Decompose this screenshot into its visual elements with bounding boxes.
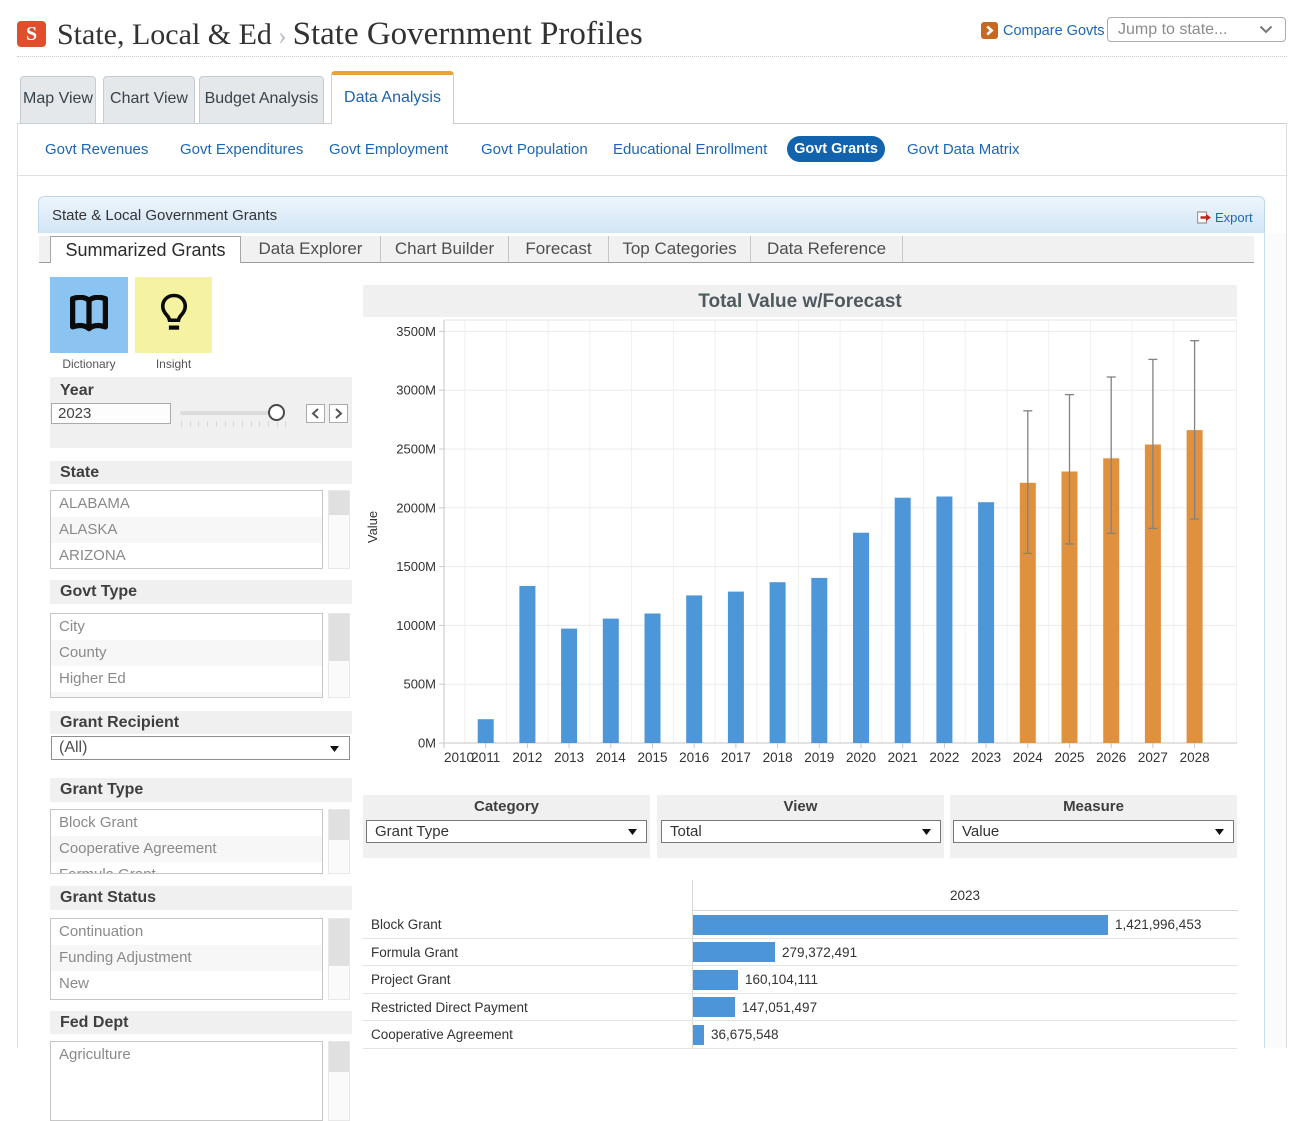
svg-text:2028: 2028: [1180, 750, 1210, 765]
svg-text:1000M: 1000M: [396, 618, 436, 633]
svg-text:2014: 2014: [596, 750, 627, 765]
svg-text:2020: 2020: [846, 750, 876, 765]
svg-text:2016: 2016: [679, 750, 709, 765]
svg-text:Total Value w/Forecast: Total Value w/Forecast: [698, 291, 902, 312]
svg-text:2017: 2017: [721, 750, 751, 765]
svg-text:2015: 2015: [637, 750, 667, 765]
svg-text:2018: 2018: [763, 750, 793, 765]
svg-text:3000M: 3000M: [396, 383, 436, 398]
svg-text:3500M: 3500M: [396, 324, 436, 339]
svg-text:2013: 2013: [554, 750, 584, 765]
svg-text:2000M: 2000M: [396, 500, 436, 515]
svg-text:Value: Value: [365, 511, 380, 543]
svg-text:2019: 2019: [804, 750, 834, 765]
svg-text:2024: 2024: [1013, 750, 1044, 765]
svg-text:2012: 2012: [512, 750, 542, 765]
svg-text:2022: 2022: [929, 750, 959, 765]
svg-text:2023: 2023: [971, 750, 1001, 765]
svg-text:2010: 2010: [444, 750, 474, 765]
svg-text:2027: 2027: [1138, 750, 1168, 765]
svg-text:1500M: 1500M: [396, 559, 436, 574]
svg-text:2011: 2011: [471, 750, 500, 765]
svg-text:2500M: 2500M: [396, 442, 436, 457]
svg-text:2021: 2021: [888, 750, 918, 765]
svg-text:2026: 2026: [1096, 750, 1126, 765]
svg-text:0M: 0M: [418, 736, 436, 751]
svg-text:500M: 500M: [403, 677, 436, 692]
svg-text:2025: 2025: [1054, 750, 1084, 765]
